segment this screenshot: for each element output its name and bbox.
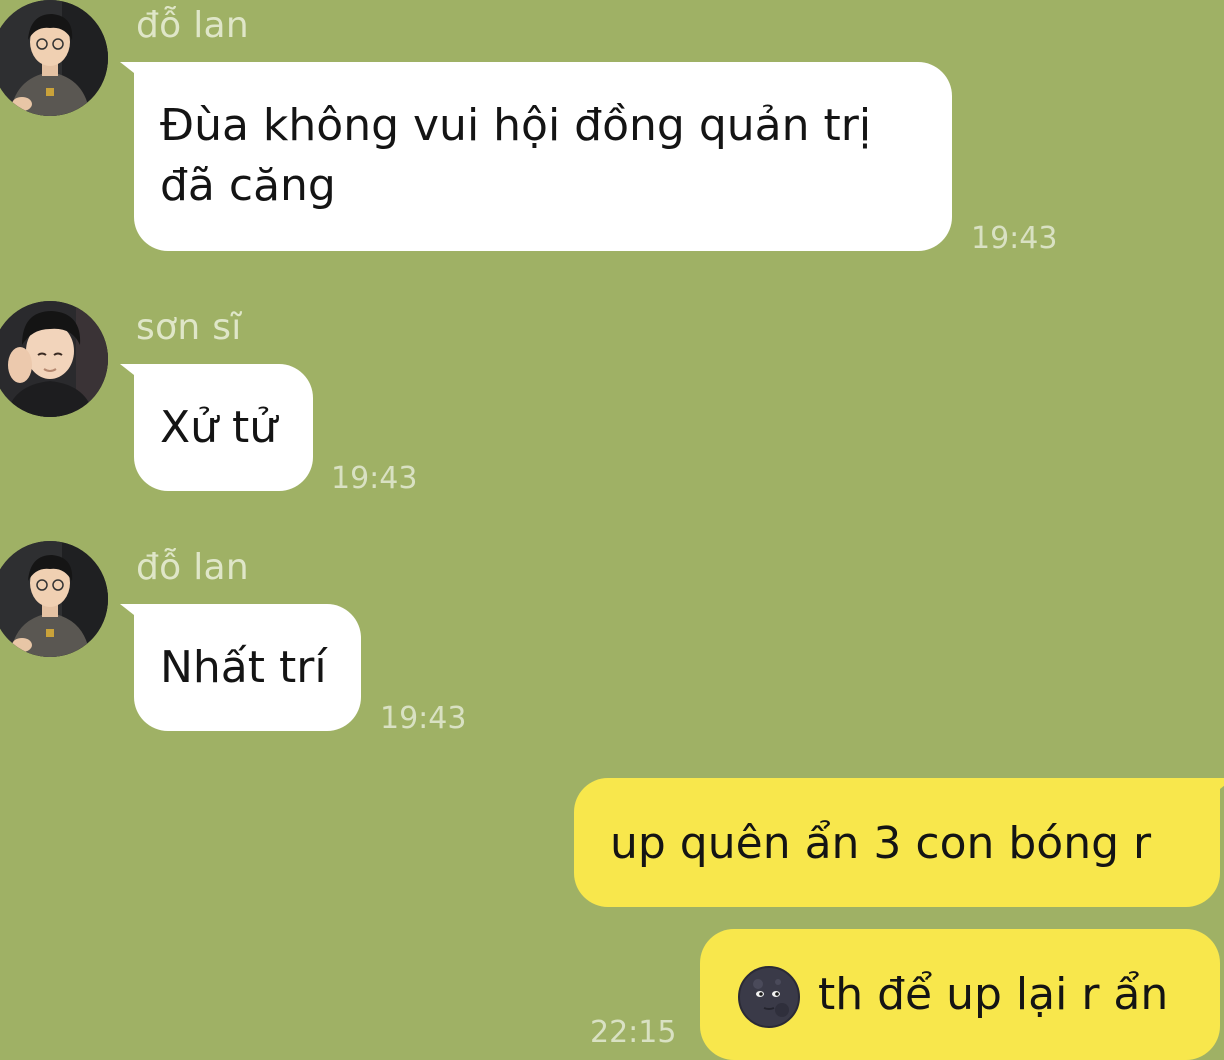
message-line: Xử tử (160, 402, 278, 453)
message-line: Nhất trí (160, 642, 327, 693)
incoming-message-bubble[interactable]: Xử tử (134, 364, 313, 491)
message-line: up quên ẩn 3 con bóng r (610, 818, 1152, 869)
sender-name: đỗ lan (136, 5, 249, 46)
incoming-message-bubble[interactable]: Đùa không vui hội đồng quản trị đã căng (134, 62, 952, 251)
message-line: đã căng (160, 160, 336, 211)
message-line: Đùa không vui hội đồng quản trị (160, 100, 872, 151)
message-timestamp: 19:43 (971, 221, 1058, 256)
sender-name: sơn sĩ (136, 307, 242, 348)
avatar[interactable] (0, 301, 108, 417)
outgoing-message-bubble[interactable]: th để up lại r ẩn (700, 929, 1220, 1060)
avatar[interactable] (0, 541, 108, 657)
message-timestamp: 22:15 (590, 1015, 677, 1050)
message-text: th để up lại r ẩn (818, 969, 1169, 1020)
message-timestamp: 19:43 (331, 461, 418, 496)
outgoing-message-bubble[interactable]: up quên ẩn 3 con bóng r (574, 778, 1220, 907)
message-timestamp: 19:43 (380, 701, 467, 736)
sender-name: đỗ lan (136, 547, 249, 588)
message-line: th để up lại r ẩn (738, 965, 1220, 1028)
new-moon-face-icon (738, 966, 800, 1028)
avatar[interactable] (0, 0, 108, 116)
incoming-message-bubble[interactable]: Nhất trí (134, 604, 361, 731)
